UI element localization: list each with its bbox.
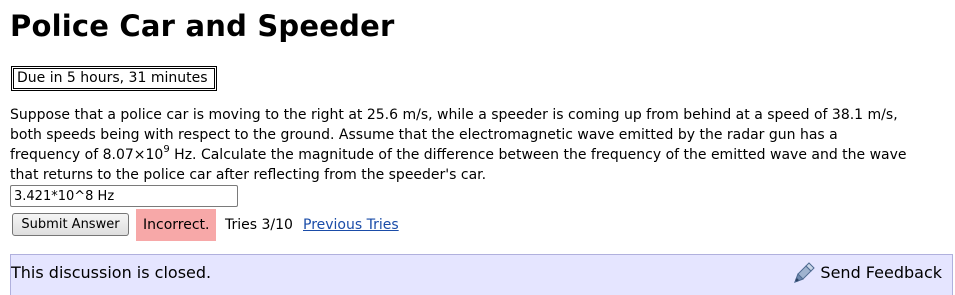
question-text: Suppose that a police car is moving to t… [10,105,950,185]
status-badge: Incorrect. [136,209,217,241]
question-line-2: both speeds being with respect to the gr… [10,127,838,143]
due-date-box: Due in 5 hours, 31 minutes [11,66,217,91]
question-line-4: that returns to the police car after ref… [10,167,487,183]
question-line-3: frequency of 8.07×109 Hz. Calculate the … [10,145,950,165]
question-line-1: Suppose that a police car is moving to t… [10,107,898,123]
question-line-3-end: Hz. Calculate the magnitude of the diffe… [169,147,907,163]
question-line-3-start: frequency of 8.07×10 [10,147,164,163]
discussion-panel: This discussion is closed. Send Feedback [10,254,953,295]
send-feedback-button[interactable]: Send Feedback [792,261,942,285]
page-title: Police Car and Speeder [10,9,395,43]
tries-counter: Tries 3/10 [225,217,293,233]
send-feedback-label: Send Feedback [820,263,942,282]
feedback-icon [792,261,816,285]
problem-page: Police Car and Speeder Due in 5 hours, 3… [0,0,955,295]
discussion-closed-text: This discussion is closed. [11,263,212,282]
previous-tries-link[interactable]: Previous Tries [303,215,399,235]
submit-answer-button[interactable]: Submit Answer [12,213,129,236]
answer-input[interactable] [10,185,238,207]
frequency-exponent: 9 [163,144,170,156]
